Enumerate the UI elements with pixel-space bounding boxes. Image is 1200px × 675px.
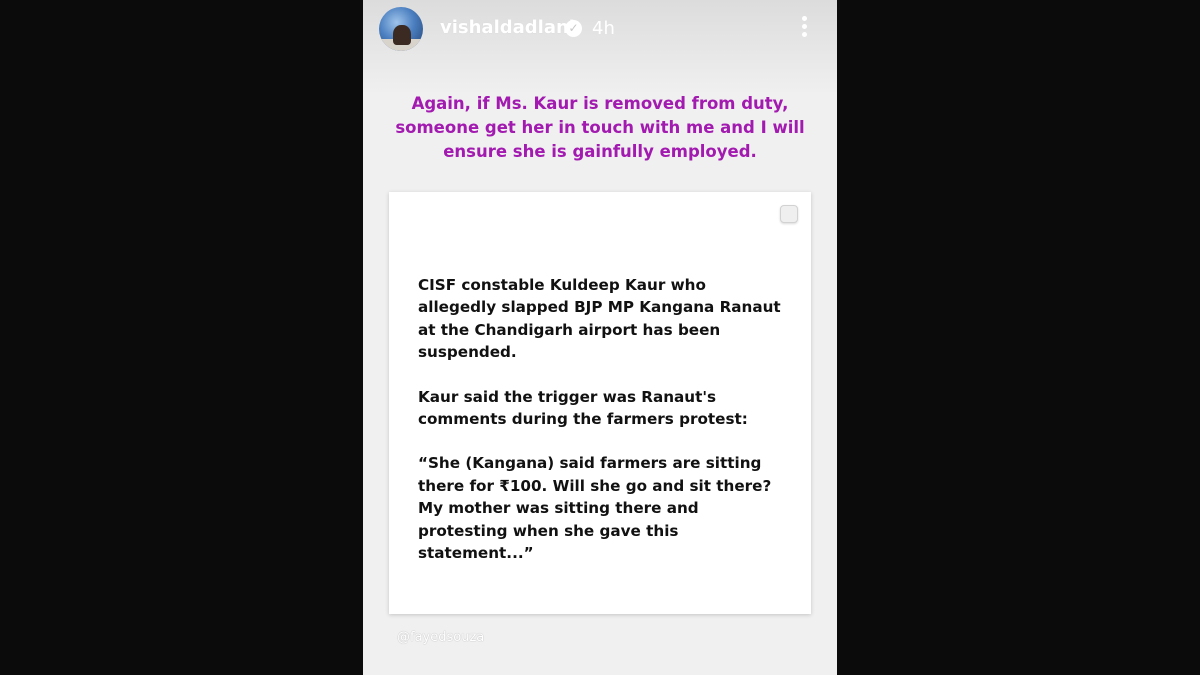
dot (801, 24, 807, 29)
post-paragraph: CISF constable Kuldeep Kaur who allegedl… (418, 276, 781, 362)
header-gradient (363, 0, 837, 95)
mention-sticker[interactable]: @fayedsouza (397, 630, 484, 645)
dot (801, 16, 807, 21)
dot (801, 32, 807, 37)
story-caption: Again, if Ms. Kaur is removed from duty,… (383, 92, 817, 164)
story-viewer[interactable]: vishaldadlani ✓ 4h Again, if Ms. Kaur is… (363, 0, 837, 675)
post-quote: “She (Kangana) said farmers are sitting … (418, 454, 772, 563)
verified-badge-icon: ✓ (565, 20, 582, 37)
more-vertical-icon[interactable] (797, 16, 811, 42)
post-paragraph: Kaur said the trigger was Ranaut's comme… (418, 387, 748, 429)
caption-line: Again, if Ms. Kaur is removed from duty, (411, 94, 789, 113)
multiple-images-icon (780, 205, 798, 223)
shared-post-card[interactable]: CISF constable Kuldeep Kaur who allegedl… (389, 192, 811, 614)
post-text: CISF constable Kuldeep Kaur who allegedl… (418, 274, 788, 586)
post-timestamp: 4h (592, 18, 615, 39)
caption-line: someone get her in touch with me and I w… (395, 118, 805, 137)
avatar[interactable] (379, 7, 423, 51)
username[interactable]: vishaldadlani (440, 17, 575, 38)
caption-line: ensure she is gainfully employed. (443, 142, 757, 161)
